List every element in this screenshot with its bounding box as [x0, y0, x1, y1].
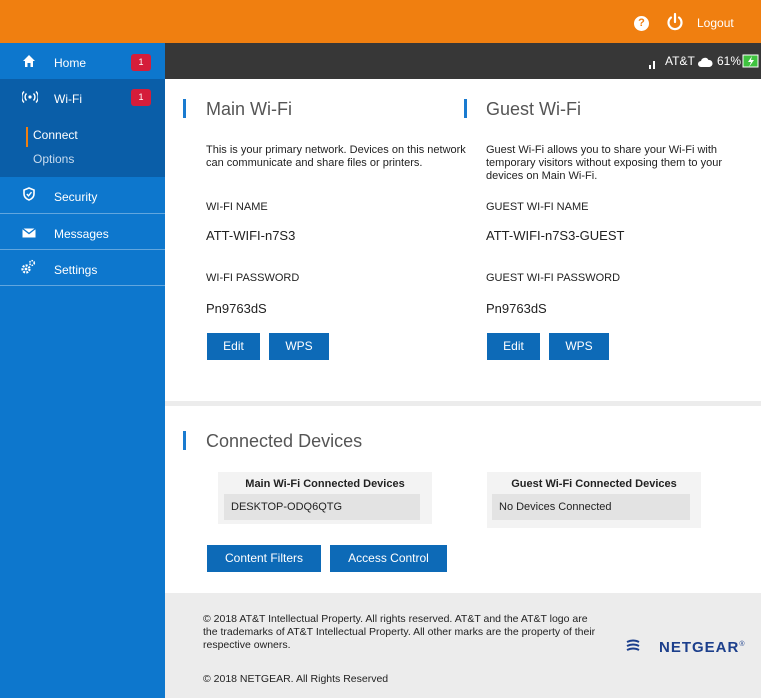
sidebar-item-security[interactable]: Security — [0, 177, 165, 213]
sidebar-item-label: Messages — [54, 227, 109, 241]
main-wifi-description: This is your primary network. Devices on… — [206, 144, 466, 169]
trademark-mark: ® — [739, 641, 746, 648]
battery-charging-icon — [742, 54, 759, 68]
guest-wifi-description: Guest Wi-Fi allows you to share your Wi-… — [486, 144, 722, 182]
sidebar-item-label: Wi-Fi — [54, 92, 82, 106]
cloud-icon — [698, 57, 713, 67]
guest-wifi-password-value: Pn9763dS — [486, 301, 547, 316]
empty-state: No Devices Connected — [492, 494, 690, 520]
status-bar: AT&T 61% — [165, 43, 761, 79]
main-wifi-wps-button[interactable]: WPS — [269, 333, 329, 360]
notification-badge: 1 — [131, 89, 151, 106]
footer-legal: © 2018 AT&T Intellectual Property. All r… — [203, 613, 596, 651]
section-accent — [183, 99, 186, 118]
signal-icon — [649, 61, 655, 69]
carrier-name: AT&T — [665, 54, 695, 68]
sidebar-wifi-group: Wi-Fi 1 Connect Options — [0, 79, 165, 177]
footer-copyright: © 2018 NETGEAR. All Rights Reserved — [203, 673, 389, 685]
sidebar-item-home[interactable]: Home 1 — [0, 43, 165, 79]
guest-wifi-name-label: GUEST WI-FI NAME — [486, 201, 589, 213]
logout-link[interactable]: Logout — [697, 16, 734, 30]
active-indicator — [26, 127, 28, 147]
connected-devices-title: Connected Devices — [206, 431, 363, 451]
netgear-logo-icon — [626, 639, 640, 651]
envelope-icon — [22, 227, 36, 238]
sidebar-divider — [0, 285, 165, 286]
main-connected-devices-box: Main Wi-Fi Connected Devices DESKTOP-ODQ… — [218, 472, 432, 524]
home-icon — [23, 55, 35, 67]
main-connected-devices-title: Main Wi-Fi Connected Devices — [245, 478, 405, 490]
sidebar-item-label: Security — [54, 190, 98, 204]
sidebar-item-label: Home — [54, 56, 87, 70]
sidebar-subitem-options[interactable]: Options — [33, 152, 74, 166]
help-icon[interactable]: ? — [634, 16, 649, 31]
sidebar-item-settings[interactable]: Settings — [0, 250, 165, 286]
section-accent — [183, 431, 186, 450]
sidebar-item-messages[interactable]: Messages — [0, 214, 165, 250]
main-wifi-password-value: Pn9763dS — [206, 301, 267, 316]
power-icon[interactable] — [666, 12, 684, 32]
list-item: DESKTOP-ODQ6QTG — [224, 494, 420, 520]
footer: © 2018 AT&T Intellectual Property. All r… — [165, 593, 761, 698]
notification-badge: 1 — [131, 54, 151, 71]
access-control-button[interactable]: Access Control — [330, 545, 447, 572]
main-wifi-password-label: WI-FI PASSWORD — [206, 272, 300, 284]
section-divider — [165, 401, 761, 406]
wifi-icon — [22, 91, 38, 103]
netgear-brand-name: NETGEAR — [659, 639, 740, 656]
sidebar-subitem-connect[interactable]: Connect — [33, 128, 78, 142]
guest-wifi-name-value: ATT-WIFI-n7S3-GUEST — [486, 228, 625, 243]
guest-wifi-password-label: GUEST WI-FI PASSWORD — [486, 272, 621, 284]
netgear-brand: NETGEAR® — [659, 639, 746, 656]
battery-percent: 61% — [717, 54, 742, 68]
shield-icon — [23, 187, 35, 201]
main-wifi-name-value: ATT-WIFI-n7S3 — [206, 228, 296, 243]
content-filters-button[interactable]: Content Filters — [207, 545, 321, 572]
guest-wifi-edit-button[interactable]: Edit — [487, 333, 540, 360]
guest-wifi-title: Guest Wi-Fi — [486, 99, 582, 119]
sidebar-item-label: Settings — [54, 263, 98, 277]
guest-connected-devices-box: Guest Wi-Fi Connected Devices No Devices… — [487, 472, 701, 528]
sidebar: Home 1 Wi-Fi 1 Connect Options Security — [0, 43, 165, 698]
main-wifi-name-label: WI-FI NAME — [206, 201, 268, 213]
sidebar-item-wifi[interactable]: Wi-Fi 1 — [0, 79, 165, 115]
guest-wifi-wps-button[interactable]: WPS — [549, 333, 609, 360]
main-wifi-edit-button[interactable]: Edit — [207, 333, 260, 360]
top-bar: ? Logout — [0, 0, 761, 43]
guest-connected-devices-title: Guest Wi-Fi Connected Devices — [511, 478, 677, 490]
main-wifi-title: Main Wi-Fi — [206, 99, 292, 119]
section-accent — [464, 99, 467, 118]
gears-icon — [21, 259, 36, 274]
